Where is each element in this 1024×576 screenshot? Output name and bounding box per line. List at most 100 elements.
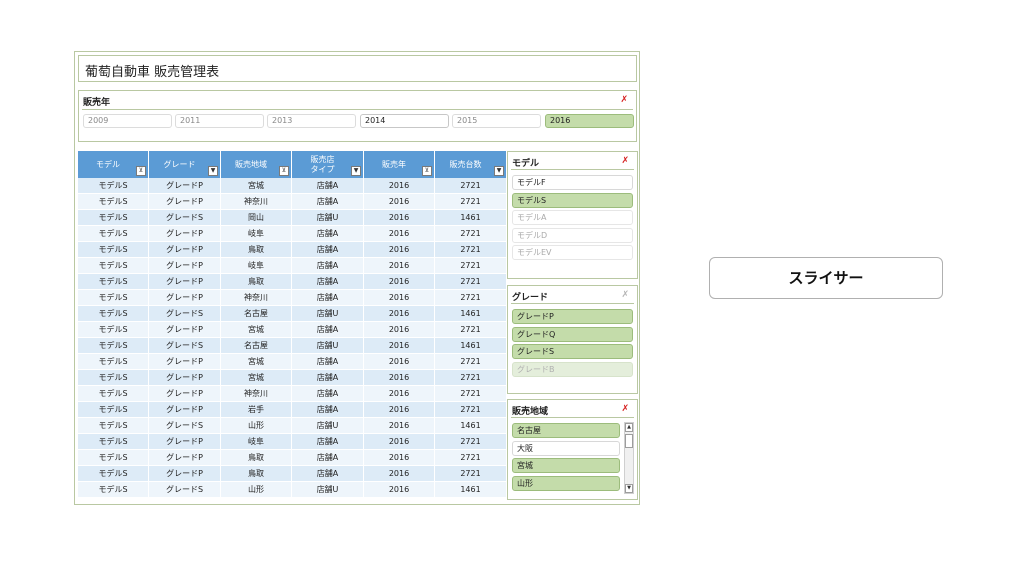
table-cell: 1461 bbox=[434, 417, 507, 434]
region-slicer-item[interactable]: 名古屋 bbox=[512, 423, 620, 438]
table-row: モデルS グレードP 岩手 店舗A 2016 2721 bbox=[78, 401, 507, 418]
table-cell: 店舗A bbox=[291, 289, 364, 306]
table-cell: 2721 bbox=[434, 433, 507, 450]
table-row: モデルS グレードS 名古屋 店舗U 2016 1461 bbox=[78, 305, 507, 322]
grade-slicer-item[interactable]: グレードB bbox=[512, 361, 633, 377]
filter-active-icon[interactable]: ⊻ bbox=[422, 166, 432, 176]
year-item-2009[interactable]: 2009 bbox=[83, 114, 172, 128]
table-cell: 山形 bbox=[220, 481, 292, 498]
table-cell: グレードP bbox=[148, 353, 221, 370]
table-cell: モデルS bbox=[78, 401, 149, 418]
table-cell: 1461 bbox=[434, 481, 507, 498]
region-slicer: 販売地域 ✗ 名古屋大阪宮城山形 ▲ ▼ bbox=[507, 399, 638, 500]
dropdown-arrow-icon[interactable]: ▼ bbox=[494, 166, 504, 176]
table-cell: 2721 bbox=[434, 401, 507, 418]
table-cell: モデルS bbox=[78, 433, 149, 450]
clear-filter-icon[interactable]: ✗ bbox=[621, 404, 629, 414]
table-cell: 2016 bbox=[363, 385, 435, 402]
clear-filter-icon[interactable]: ✗ bbox=[621, 290, 629, 300]
table-cell: 神奈川 bbox=[220, 193, 292, 210]
table-cell: 2016 bbox=[363, 321, 435, 338]
dropdown-arrow-icon[interactable]: ▼ bbox=[351, 166, 361, 176]
grade-slicer-item[interactable]: グレードP bbox=[512, 309, 633, 324]
table-cell: 鳥取 bbox=[220, 273, 292, 290]
table-cell: 2016 bbox=[363, 481, 435, 498]
table-row: モデルS グレードP 宮城 店舗A 2016 2721 bbox=[78, 353, 507, 370]
table-cell: グレードS bbox=[148, 209, 221, 226]
table-cell: 山形 bbox=[220, 417, 292, 434]
table-cell: 宮城 bbox=[220, 369, 292, 386]
table-cell: 2016 bbox=[363, 273, 435, 290]
table-cell: グレードS bbox=[148, 305, 221, 322]
model-slicer-item[interactable]: モデルD bbox=[512, 227, 633, 243]
table-cell: モデルS bbox=[78, 289, 149, 306]
table-cell: 2016 bbox=[363, 353, 435, 370]
table-row: モデルS グレードS 名古屋 店舗U 2016 1461 bbox=[78, 337, 507, 354]
table-row: モデルS グレードP 宮城 店舗A 2016 2721 bbox=[78, 321, 507, 338]
table-cell: グレードS bbox=[148, 417, 221, 434]
clear-filter-icon[interactable]: ✗ bbox=[620, 95, 628, 105]
model-slicer-item[interactable]: モデルS bbox=[512, 192, 633, 208]
table-cell: 店舗U bbox=[291, 209, 364, 226]
table-cell: モデルS bbox=[78, 178, 149, 194]
table-cell: モデルS bbox=[78, 257, 149, 274]
region-slicer-item[interactable]: 山形 bbox=[512, 475, 620, 491]
table-cell: 2016 bbox=[363, 449, 435, 466]
table-row: モデルS グレードP 鳥取 店舗A 2016 2721 bbox=[78, 273, 507, 290]
scroll-down-icon[interactable]: ▼ bbox=[625, 484, 633, 493]
table-cell: グレードP bbox=[148, 178, 221, 194]
table-cell: 2721 bbox=[434, 178, 507, 194]
table-cell: モデルS bbox=[78, 353, 149, 370]
table-cell: 2016 bbox=[363, 369, 435, 386]
table-cell: モデルS bbox=[78, 209, 149, 226]
model-slicer-item[interactable]: モデルF bbox=[512, 175, 633, 190]
scroll-thumb[interactable] bbox=[625, 434, 633, 448]
table-row: モデルS グレードS 岡山 店舗U 2016 1461 bbox=[78, 209, 507, 226]
region-slicer-header: 販売地域 bbox=[512, 407, 549, 417]
divider bbox=[511, 303, 634, 304]
region-slicer-item[interactable]: 大阪 bbox=[512, 440, 620, 456]
clear-filter-icon[interactable]: ✗ bbox=[621, 156, 629, 166]
divider bbox=[511, 417, 634, 418]
table-cell: 2721 bbox=[434, 385, 507, 402]
table-cell: 店舗U bbox=[291, 417, 364, 434]
column-header: 販売台数 ▼ bbox=[434, 151, 507, 178]
year-item-2013[interactable]: 2013 bbox=[267, 114, 356, 128]
column-header: 販売地域 ⊻ bbox=[220, 151, 292, 178]
filter-active-icon[interactable]: ⊻ bbox=[136, 166, 146, 176]
table-cell: モデルS bbox=[78, 193, 149, 210]
grade-slicer-item[interactable]: グレードQ bbox=[512, 326, 633, 342]
table-cell: モデルS bbox=[78, 369, 149, 386]
table-cell: 2016 bbox=[363, 433, 435, 450]
table-cell: グレードP bbox=[148, 225, 221, 242]
filter-active-icon[interactable]: ⊻ bbox=[279, 166, 289, 176]
year-item-2015[interactable]: 2015 bbox=[452, 114, 541, 128]
table-cell: 店舗U bbox=[291, 481, 364, 498]
table-cell: グレードP bbox=[148, 289, 221, 306]
table-cell: 2016 bbox=[363, 401, 435, 418]
table-cell: 店舗A bbox=[291, 321, 364, 338]
region-slicer-item[interactable]: 宮城 bbox=[512, 458, 620, 473]
table-cell: 2016 bbox=[363, 178, 435, 194]
model-slicer-item[interactable]: モデルA bbox=[512, 210, 633, 225]
table-cell: 店舗A bbox=[291, 273, 364, 290]
model-slicer-item[interactable]: モデルEV bbox=[512, 245, 633, 260]
table-cell: 2721 bbox=[434, 465, 507, 482]
year-item-2011[interactable]: 2011 bbox=[175, 114, 264, 128]
table-cell: モデルS bbox=[78, 305, 149, 322]
dropdown-arrow-icon[interactable]: ▼ bbox=[208, 166, 218, 176]
table-cell: グレードP bbox=[148, 369, 221, 386]
table-cell: グレードP bbox=[148, 257, 221, 274]
year-item-2016[interactable]: 2016 bbox=[545, 114, 634, 128]
table-cell: 店舗A bbox=[291, 353, 364, 370]
region-scrollbar[interactable]: ▲ ▼ bbox=[624, 422, 634, 494]
table-cell: グレードP bbox=[148, 465, 221, 482]
year-item-2014[interactable]: 2014 bbox=[360, 114, 449, 128]
grade-slicer-item[interactable]: グレードS bbox=[512, 344, 633, 359]
table-cell: 2721 bbox=[434, 225, 507, 242]
table-cell: 名古屋 bbox=[220, 337, 292, 354]
table-cell: 神奈川 bbox=[220, 289, 292, 306]
table-row: モデルS グレードP 宮城 店舗A 2016 2721 bbox=[78, 369, 507, 386]
table-cell: 名古屋 bbox=[220, 305, 292, 322]
scroll-up-icon[interactable]: ▲ bbox=[625, 423, 633, 432]
